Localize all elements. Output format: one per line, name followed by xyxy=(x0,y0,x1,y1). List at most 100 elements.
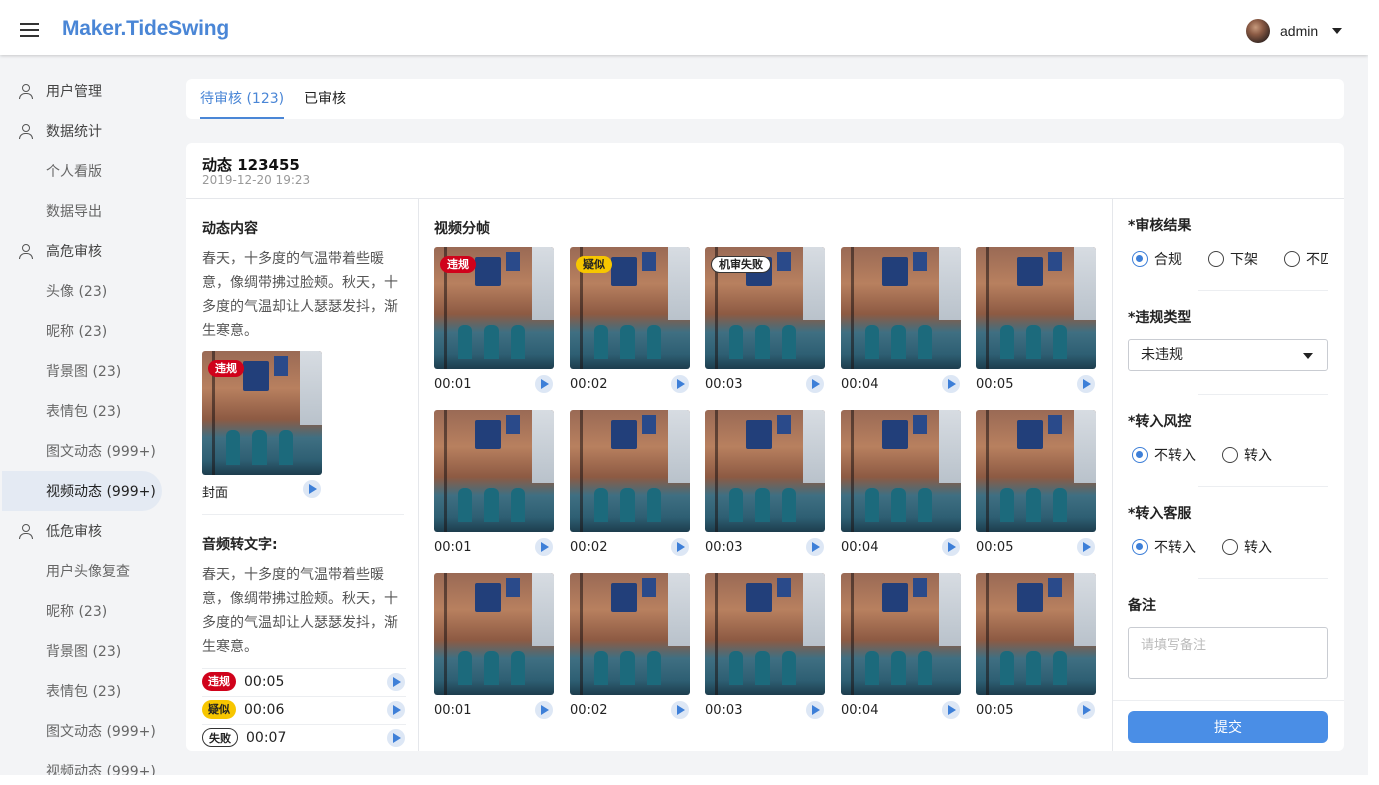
sidebar-item[interactable]: 昵称 (23) xyxy=(2,311,162,351)
sidebar-item[interactable]: 数据导出 xyxy=(2,191,162,231)
violation-badge: 违规 xyxy=(208,360,244,377)
play-icon[interactable] xyxy=(806,538,824,556)
cs-option-yes[interactable]: 转入 xyxy=(1222,537,1272,557)
segment-badge: 疑似 xyxy=(202,700,236,719)
play-icon[interactable] xyxy=(806,375,824,393)
post-title: 动态 123455 xyxy=(202,156,300,174)
frame-image[interactable] xyxy=(705,410,825,532)
avatar xyxy=(1246,19,1270,43)
frame-image[interactable] xyxy=(570,410,690,532)
option-label: 转入 xyxy=(1244,540,1272,556)
result-option-compliant[interactable]: 合规 xyxy=(1132,249,1182,269)
sidebar-item[interactable]: 表情包 (23) xyxy=(2,671,162,711)
frame-timestamp: 00:03 xyxy=(705,540,743,555)
sidebar-item[interactable]: 背景图 (23) xyxy=(2,351,162,391)
menu-icon[interactable] xyxy=(20,23,39,37)
play-icon[interactable] xyxy=(1077,701,1095,719)
frame-image[interactable] xyxy=(841,247,961,369)
content-line: 春天，十多度的气温带着些暖 xyxy=(202,251,384,267)
sidebar-item[interactable]: 图文动态 (999+) xyxy=(2,431,162,471)
sidebar-item[interactable]: 背景图 (23) xyxy=(2,631,162,671)
play-icon[interactable] xyxy=(387,673,405,691)
play-icon[interactable] xyxy=(387,701,405,719)
audio-segment-row: 违规 00:05 xyxy=(202,668,406,694)
audio-line: 春天，十多度的气温带着些暖 xyxy=(202,567,384,583)
sidebar-item[interactable]: 个人看版 xyxy=(2,151,162,191)
brand-logo[interactable]: Maker.TideSwing xyxy=(62,17,229,41)
sidebar-item[interactable]: 视频动态 (999+) xyxy=(2,751,162,775)
sidebar-item[interactable]: 昵称 (23) xyxy=(2,591,162,631)
frame-image[interactable] xyxy=(976,573,1096,695)
frame-timestamp: 00:01 xyxy=(434,703,472,718)
option-label: 下架 xyxy=(1230,252,1258,268)
play-icon[interactable] xyxy=(387,729,405,747)
frame-image[interactable]: 疑似 xyxy=(570,247,690,369)
tab-pending[interactable]: 待审核 (123) xyxy=(200,79,285,119)
submit-button[interactable]: 提交 xyxy=(1128,711,1328,743)
frame-image[interactable] xyxy=(976,247,1096,369)
sidebar-group[interactable]: 用户管理 xyxy=(2,71,162,111)
note-label: 备注 xyxy=(1128,598,1156,614)
cs-option-no[interactable]: 不转入 xyxy=(1132,537,1196,557)
play-icon[interactable] xyxy=(671,538,689,556)
user-icon xyxy=(18,123,34,139)
frame-image[interactable]: 违规 xyxy=(434,247,554,369)
result-option-remove[interactable]: 下架 xyxy=(1208,249,1258,269)
tab-reviewed[interactable]: 已审核 xyxy=(304,79,346,119)
frame-image[interactable] xyxy=(434,573,554,695)
play-icon[interactable] xyxy=(303,480,321,498)
frame-timestamp: 00:01 xyxy=(434,540,472,555)
sidebar-group[interactable]: 高危审核 xyxy=(2,231,162,271)
play-icon[interactable] xyxy=(942,538,960,556)
play-icon[interactable] xyxy=(806,701,824,719)
sidebar-group[interactable]: 数据统计 xyxy=(2,111,162,151)
result-option-mismatch[interactable]: 不匹 xyxy=(1284,249,1328,269)
result-label: *审核结果 xyxy=(1128,218,1192,234)
note-field[interactable] xyxy=(1128,627,1328,679)
sidebar-item-label: 背景图 (23) xyxy=(46,364,122,380)
frame-image[interactable] xyxy=(841,410,961,532)
risk-option-yes[interactable]: 转入 xyxy=(1222,445,1272,465)
sidebar-item[interactable]: 图文动态 (999+) xyxy=(2,711,162,751)
sidebar-group[interactable]: 低危审核 xyxy=(2,511,162,551)
play-icon[interactable] xyxy=(535,375,553,393)
frame-image[interactable] xyxy=(976,410,1096,532)
play-icon[interactable] xyxy=(671,701,689,719)
content-heading: 动态内容 xyxy=(202,221,258,237)
violation-type-select[interactable]: 未违规 xyxy=(1128,339,1328,371)
sidebar-item[interactable]: 表情包 (23) xyxy=(2,391,162,431)
content-text: 春天，十多度的气温带着些暖 意，像绸带拂过脸颊。秋天，十 多度的气温却让人瑟瑟发… xyxy=(202,247,406,343)
user-icon xyxy=(18,243,34,259)
sidebar-item-label: 数据导出 xyxy=(46,204,102,220)
frame-status-badge: 违规 xyxy=(440,256,476,273)
option-label: 转入 xyxy=(1244,448,1272,464)
sidebar-item-label: 用户管理 xyxy=(46,84,102,100)
play-icon[interactable] xyxy=(1077,538,1095,556)
radio-icon xyxy=(1222,539,1238,555)
sidebar-item[interactable]: 头像 (23) xyxy=(2,271,162,311)
radio-checked-icon xyxy=(1132,447,1148,463)
frame-timestamp: 00:05 xyxy=(976,540,1014,555)
audio-segment-row: 疑似 00:06 xyxy=(202,696,406,722)
play-icon[interactable] xyxy=(535,701,553,719)
sidebar-item-label: 低危审核 xyxy=(46,524,102,540)
frame-image[interactable] xyxy=(434,410,554,532)
content-line: 意，像绸带拂过脸颊。秋天，十 xyxy=(202,275,398,291)
frame-image[interactable] xyxy=(841,573,961,695)
frame-image[interactable] xyxy=(705,573,825,695)
play-icon[interactable] xyxy=(942,375,960,393)
frame-image[interactable]: 机审失败 xyxy=(705,247,825,369)
sidebar-item[interactable]: 视频动态 (999+) xyxy=(2,471,162,511)
segment-time: 00:07 xyxy=(246,729,287,746)
play-icon[interactable] xyxy=(535,538,553,556)
frame-image[interactable] xyxy=(570,573,690,695)
sidebar-item[interactable]: 用户头像复查 xyxy=(2,551,162,591)
audio-segment-row: 失败 00:07 xyxy=(202,724,406,750)
risk-option-no[interactable]: 不转入 xyxy=(1132,445,1196,465)
play-icon[interactable] xyxy=(1077,375,1095,393)
cover-image[interactable]: 违规 xyxy=(202,351,322,475)
frame-timestamp: 00:04 xyxy=(841,540,879,555)
play-icon[interactable] xyxy=(671,375,689,393)
user-menu[interactable]: admin xyxy=(1246,18,1343,44)
play-icon[interactable] xyxy=(942,701,960,719)
